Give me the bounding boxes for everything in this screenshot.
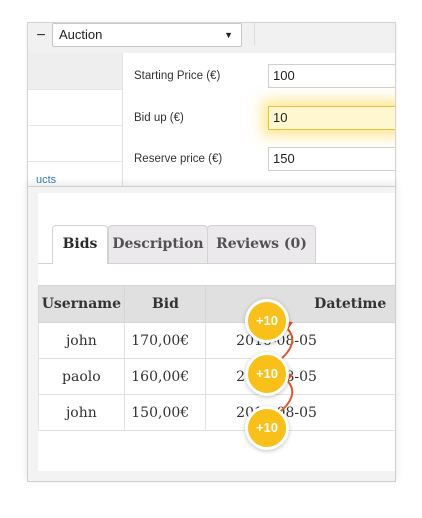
increment-arrows xyxy=(275,319,294,413)
increment-badge: +10 xyxy=(245,352,289,396)
increment-badge: +10 xyxy=(245,299,289,343)
increment-badge: +10 xyxy=(245,406,289,450)
